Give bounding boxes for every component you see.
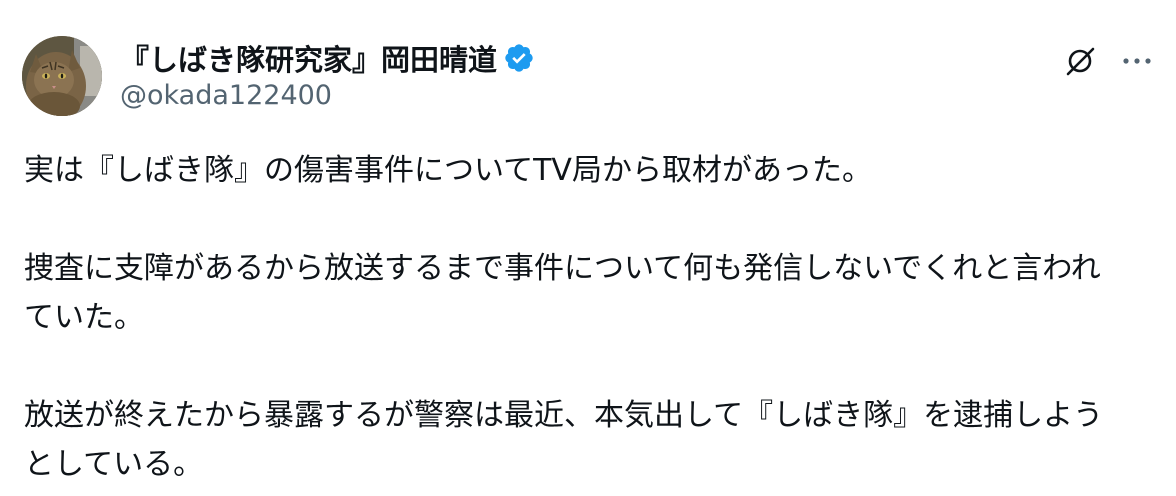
author-name-row: 『しばき隊研究家』岡田晴道 [120, 38, 535, 78]
post-line: としている。 [24, 447, 204, 482]
grok-icon[interactable] [1063, 44, 1097, 78]
post-line: 放送が終えたから暴露するが警察は最近、本気出して『しばき隊』を逮捕しよう [24, 398, 1104, 433]
post-line: 捜査に支障があるから放送するまで事件について何も発信しないでくれと言われ [24, 251, 1101, 286]
verified-badge-icon[interactable] [503, 42, 535, 74]
post-text: 実は『しばき隊』の傷害事件についてTV局から取材があった。 捜査に支障があるから… [24, 146, 1154, 489]
post-line: ていた。 [24, 300, 144, 335]
post-line: 実は『しばき隊』の傷害事件についてTV局から取材があった。 [24, 153, 872, 188]
cat-photo-avatar [22, 36, 102, 116]
avatar[interactable] [22, 36, 102, 116]
more-options-icon[interactable] [1117, 44, 1157, 78]
author-display-name[interactable]: 『しばき隊研究家』岡田晴道 [120, 37, 497, 79]
author-handle[interactable]: @okada122400 [120, 80, 332, 111]
tweet-card: 『しばき隊研究家』岡田晴道 @okada122400 実は『しばき隊』の傷害事件… [0, 0, 1176, 496]
